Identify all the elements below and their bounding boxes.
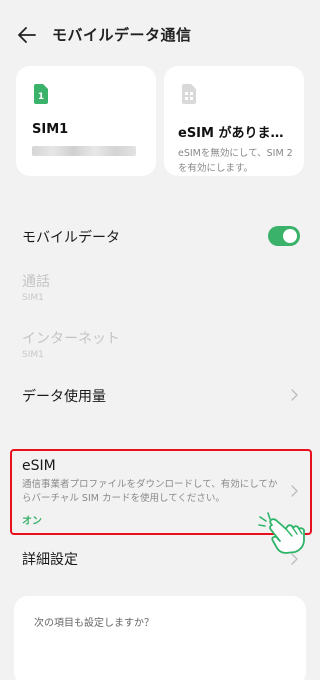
back-button[interactable] — [14, 22, 40, 48]
top-app-bar: モバイルデータ通信 — [0, 0, 320, 68]
sim-card-icon: 1 — [34, 84, 48, 104]
esim-card[interactable]: eSIM がありま… eSIMを無効にして、SIM 2 を有効にします。 — [164, 66, 304, 176]
esim-label: eSIM — [22, 458, 56, 474]
esim-card-title: eSIM がありま… — [178, 126, 284, 141]
chevron-right-icon[interactable] — [288, 552, 300, 566]
phone-number-redacted — [32, 146, 136, 156]
esim-status: オン — [22, 516, 42, 527]
chevron-right-icon[interactable] — [288, 388, 300, 402]
sim-slot-number: 1 — [38, 92, 44, 102]
arrow-left-icon — [18, 27, 36, 43]
suggestions-card: 次の項目も設定しますか？ — [14, 596, 306, 680]
advanced-settings-label[interactable]: 詳細設定 — [22, 549, 78, 569]
esim-card-description: eSIMを無効にして、SIM 2 を有効にします。 — [178, 148, 293, 174]
internet-label: インターネット — [22, 331, 120, 347]
pointing-hand-icon — [258, 512, 305, 554]
suggestions-title: 次の項目も設定しますか？ — [34, 618, 154, 629]
sim1-name: SIM1 — [32, 122, 69, 137]
mobile-data-toggle[interactable] — [268, 226, 300, 246]
calls-sim-value: SIM1 — [22, 293, 44, 303]
chevron-right-icon[interactable] — [288, 484, 300, 498]
calls-label: 通話 — [22, 274, 50, 290]
data-usage-label[interactable]: データ使用量 — [22, 386, 106, 406]
esim-description: 通信事業者プロファイルをダウンロードして、有効にしてからバーチャル SIM カー… — [22, 479, 278, 504]
toggle-knob — [283, 229, 297, 243]
internet-sim-value: SIM1 — [22, 350, 44, 360]
sim-card-icon — [182, 84, 196, 104]
mobile-data-label: モバイルデータ — [22, 230, 120, 246]
sim1-card[interactable]: 1 SIM1 — [16, 66, 156, 176]
page-title: モバイルデータ通信 — [52, 26, 192, 44]
